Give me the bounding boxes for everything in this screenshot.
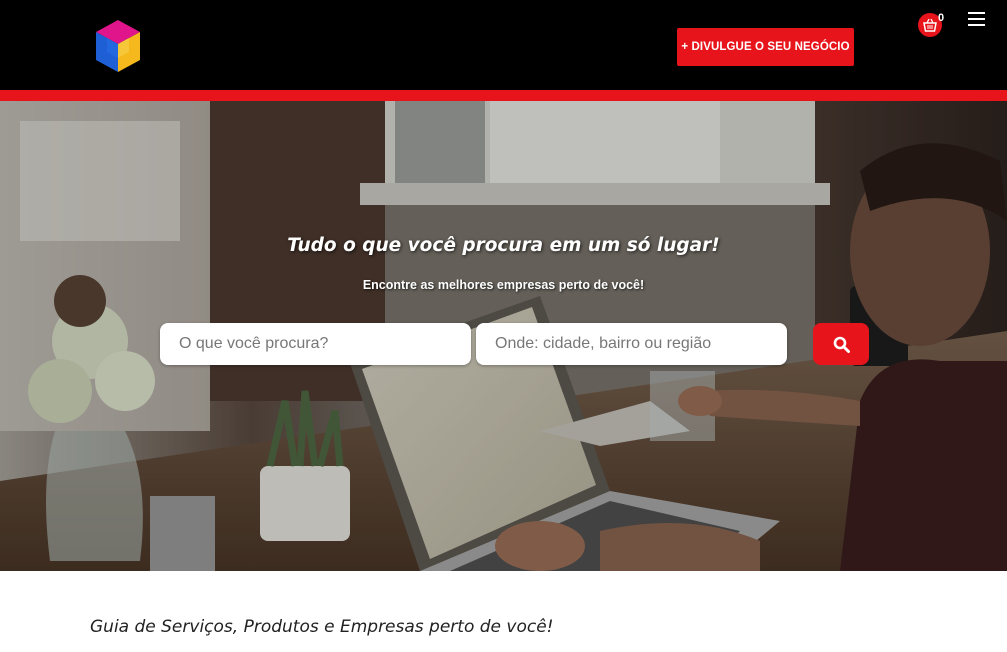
search-where-input[interactable] [476,323,787,365]
cart-count-badge: 0 [938,12,945,24]
site-header: + DIVULGUE O SEU NEGÓCIO 0 [0,0,1007,90]
hamburger-menu-icon[interactable] [968,12,985,26]
search-icon [833,336,850,353]
cube-logo-icon[interactable] [92,18,144,74]
page-tagline: Guia de Serviços, Produtos e Empresas pe… [90,617,554,637]
hero-title: Tudo o que você procura em um só lugar! [287,235,720,256]
promote-business-button[interactable]: + DIVULGUE O SEU NEGÓCIO [677,28,854,66]
hero-subtitle: Encontre as melhores empresas perto de v… [362,278,645,292]
hero-banner: Tudo o que você procura em um só lugar! … [0,101,1007,571]
header-accent-bar [0,90,1007,101]
search-button[interactable] [813,323,869,365]
search-what-input[interactable] [160,323,471,365]
